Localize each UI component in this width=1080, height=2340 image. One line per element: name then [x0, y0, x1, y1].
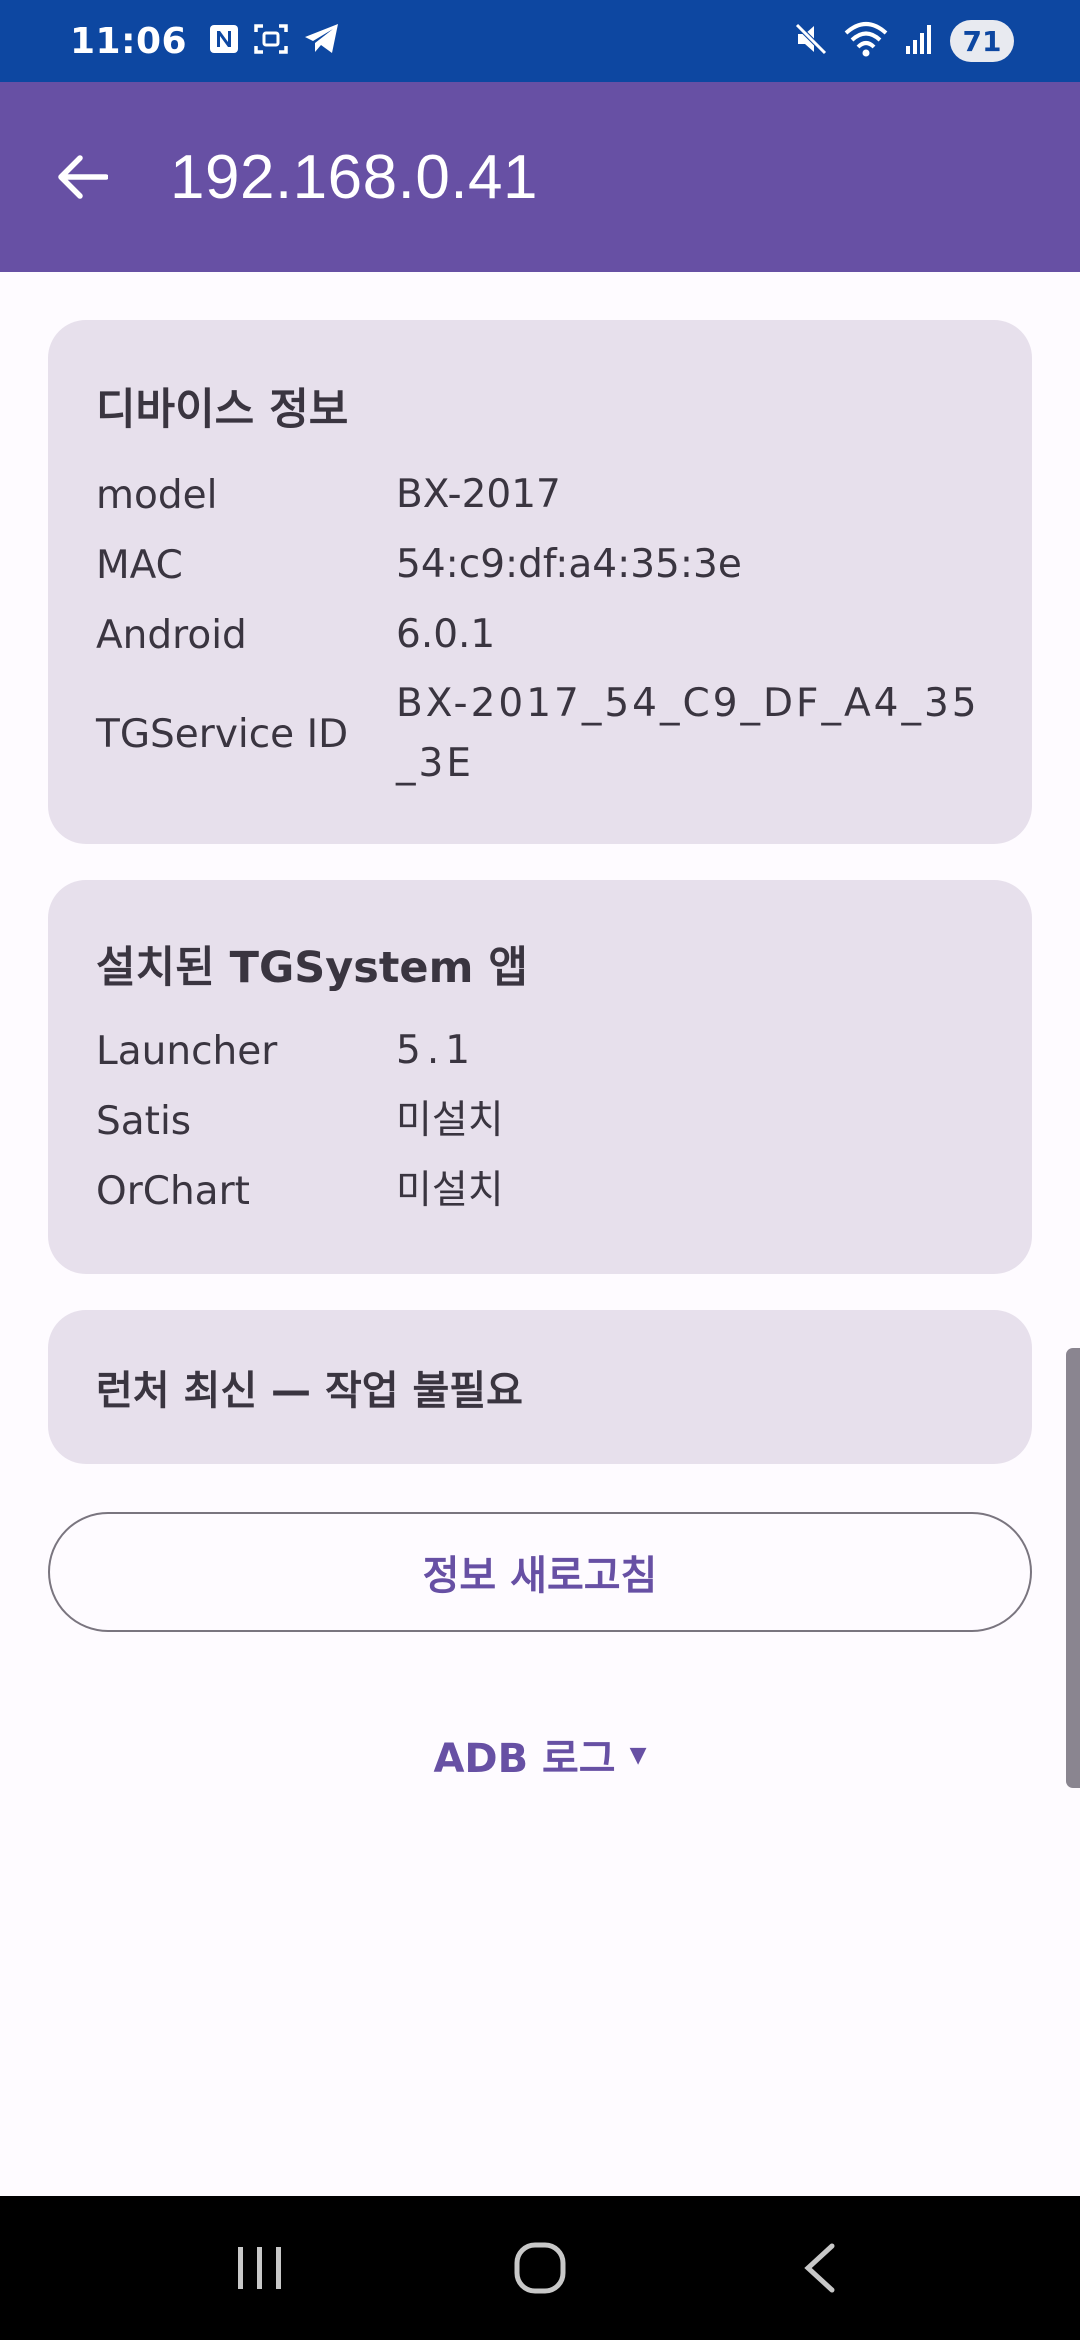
- info-key: TGService ID: [96, 711, 349, 757]
- signal-icon: [904, 22, 934, 60]
- app-bar: 192.168.0.41: [0, 82, 1080, 272]
- recents-button[interactable]: [200, 2208, 320, 2328]
- launcher-status-card: 런처 최신 — 작업 불필요: [48, 1310, 1032, 1464]
- app-row-orchart: OrChart 미설치: [96, 1156, 984, 1226]
- info-row-android: Android 6.0.1: [96, 600, 984, 670]
- battery-indicator: 71: [950, 20, 1014, 62]
- installed-apps-rows: Launcher 5.1 Satis 미설치 OrChart 미설치: [96, 1016, 984, 1226]
- arrow-back-icon: [58, 155, 108, 199]
- app-version: 5.1: [396, 1028, 477, 1073]
- app-name: Launcher: [96, 1028, 278, 1074]
- scrollbar[interactable]: [1066, 1348, 1080, 1788]
- installed-apps-title: 설치된 TGSystem 앱: [96, 943, 528, 993]
- wifi-icon: [844, 21, 888, 61]
- refresh-info-button[interactable]: 정보 새로고침: [48, 1512, 1032, 1632]
- installed-apps-card: 설치된 TGSystem 앱 Launcher 5.1 Satis 미설치 Or…: [48, 880, 1032, 1274]
- page-title: 192.168.0.41: [170, 142, 539, 212]
- refresh-info-label: 정보 새로고침: [422, 1553, 658, 1599]
- info-row-model: model BX-2017: [96, 460, 984, 530]
- back-button[interactable]: [0, 82, 170, 272]
- app-row-satis: Satis 미설치: [96, 1086, 984, 1156]
- device-info-card: 디바이스 정보 model BX-2017 MAC 54:c9:df:a4:35…: [48, 320, 1032, 844]
- home-icon: [514, 2242, 566, 2294]
- system-back-button[interactable]: [760, 2208, 880, 2328]
- info-value: 6.0.1: [396, 612, 496, 657]
- info-key: MAC: [96, 542, 183, 588]
- app-name: OrChart: [96, 1168, 250, 1214]
- caret-down-icon: ▼: [629, 1742, 647, 1768]
- status-system-icons: 71: [794, 20, 1014, 62]
- app-row-launcher: Launcher 5.1: [96, 1016, 984, 1086]
- info-key: Android: [96, 612, 247, 658]
- app-version: 미설치: [396, 1168, 504, 1213]
- app-version: 미설치: [396, 1098, 504, 1143]
- n-icon: [209, 24, 239, 58]
- home-button[interactable]: [480, 2208, 600, 2328]
- info-value: BX-2017_54_C9_DF_A4_35_3E: [396, 681, 980, 786]
- info-value: 54:c9:df:a4:35:3e: [396, 542, 742, 587]
- status-bar: 11:06 71: [0, 0, 1080, 82]
- chevron-left-icon: [804, 2243, 835, 2293]
- app-name: Satis: [96, 1098, 192, 1144]
- launcher-status-text: 런처 최신 — 작업 불필요: [96, 1368, 523, 1414]
- device-info-title: 디바이스 정보: [96, 385, 349, 435]
- info-value: BX-2017: [396, 472, 561, 517]
- info-key: model: [96, 472, 218, 518]
- mute-icon: [794, 22, 828, 60]
- adb-log-toggle[interactable]: ADB 로그 ▼: [0, 1720, 1080, 1790]
- screenshot-icon: [253, 22, 289, 60]
- info-row-mac: MAC 54:c9:df:a4:35:3e: [96, 530, 984, 600]
- telegram-icon: [303, 22, 341, 60]
- recents-icon: [238, 2247, 281, 2289]
- adb-log-label: ADB 로그: [433, 1736, 616, 1782]
- status-notification-icons: [209, 22, 341, 60]
- device-info-rows: model BX-2017 MAC 54:c9:df:a4:35:3e Andr…: [96, 460, 984, 798]
- system-nav-bar: [0, 2196, 1080, 2340]
- status-time: 11:06: [70, 20, 188, 62]
- info-row-tgservice-id: TGService ID BX-2017_54_C9_DF_A4_35_3E: [96, 670, 984, 798]
